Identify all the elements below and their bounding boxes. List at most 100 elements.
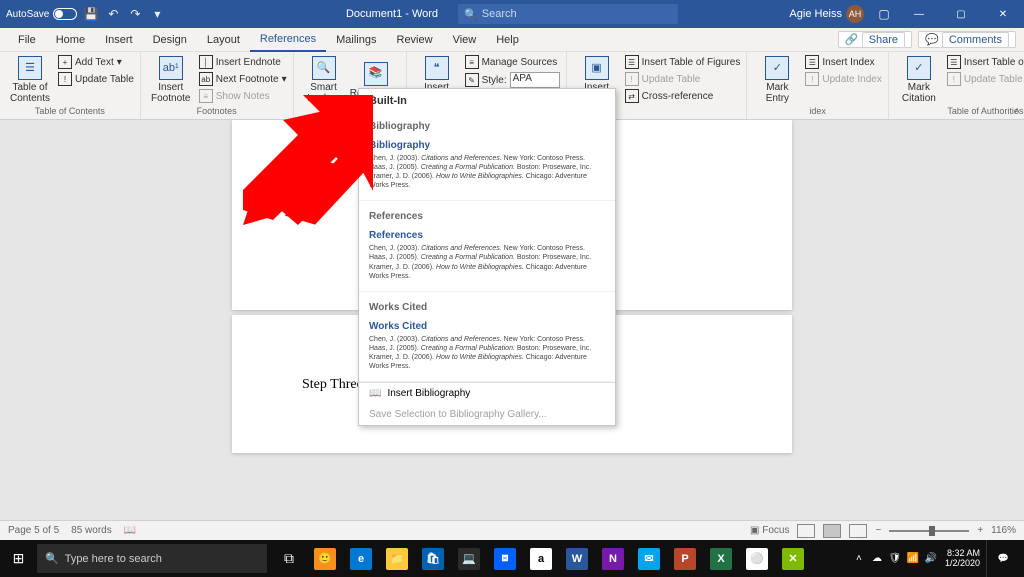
autosave-label: AutoSave: [6, 9, 49, 20]
spell-check-icon[interactable]: 📖: [124, 525, 136, 536]
tray-overflow-icon[interactable]: ˄: [851, 551, 867, 567]
taskbar-app[interactable]: ✉: [631, 540, 667, 577]
next-footnote-icon: ab: [199, 72, 213, 86]
close-button[interactable]: ✕: [988, 0, 1018, 28]
group-toc: ☰Table of Contents +Add Text ▾ !Update T…: [0, 52, 141, 119]
mark-citation-button[interactable]: ✓Mark Citation: [895, 54, 943, 106]
taskbar-app[interactable]: a: [523, 540, 559, 577]
add-text-button[interactable]: +Add Text ▾: [58, 54, 134, 70]
zoom-slider[interactable]: [889, 530, 969, 532]
figures-icon: ☰: [625, 55, 639, 69]
smart-lookup-button[interactable]: 🔍Smart Lookup: [300, 54, 348, 106]
smart-lookup-icon: 🔍: [312, 56, 336, 80]
start-button[interactable]: ⊞: [0, 540, 37, 577]
mark-entry-button[interactable]: ✓Mark Entry: [753, 54, 801, 106]
toc-icon: ☰: [18, 56, 42, 80]
tray-onedrive-icon[interactable]: ☁: [869, 551, 885, 567]
taskbar-clock[interactable]: 8:32 AM 1/2/2020: [941, 549, 984, 569]
tab-insert[interactable]: Insert: [95, 28, 143, 52]
comments-button[interactable]: 💬 Comments: [918, 31, 1016, 48]
undo-icon[interactable]: ↶: [105, 6, 121, 22]
book-icon: 📖: [369, 388, 381, 399]
next-footnote-button[interactable]: abNext Footnote ▾: [199, 71, 287, 87]
manage-sources-button[interactable]: ≡Manage Sources: [465, 54, 560, 70]
group-index: ✓Mark Entry ☰Insert Index !Update Index …: [747, 52, 889, 119]
ribbon-display-icon[interactable]: ▢: [876, 6, 892, 22]
bib-gallery-item[interactable]: Works CitedChen, J. (2003). Citations an…: [359, 317, 615, 382]
update-icon: !: [58, 72, 72, 86]
tab-view[interactable]: View: [443, 28, 487, 52]
taskbar-app[interactable]: ✕: [775, 540, 811, 577]
caption-icon: ▣: [585, 56, 609, 80]
tab-design[interactable]: Design: [143, 28, 197, 52]
minimize-button[interactable]: —: [904, 0, 934, 28]
update-table-button[interactable]: !Update Table: [58, 71, 134, 87]
taskbar-app[interactable]: 🛍: [415, 540, 451, 577]
show-notes-icon: ≡: [199, 89, 213, 103]
taskbar-app[interactable]: e: [343, 540, 379, 577]
bibliography-dropdown: Built-In BibliographyBibliographyChen, J…: [358, 88, 616, 426]
group-footnotes: ab¹Insert Footnote │Insert Endnote abNex…: [141, 52, 294, 119]
tab-mailings[interactable]: Mailings: [326, 28, 386, 52]
tab-help[interactable]: Help: [486, 28, 529, 52]
read-mode-icon[interactable]: [797, 524, 815, 538]
insert-table-figures-button[interactable]: ☰Insert Table of Figures: [625, 54, 741, 70]
table-of-contents-button[interactable]: ☰Table of Contents: [6, 54, 54, 106]
taskbar-app[interactable]: X: [703, 540, 739, 577]
taskbar-app[interactable]: ⧈: [487, 540, 523, 577]
action-center-icon[interactable]: 💬: [986, 540, 1020, 577]
tab-review[interactable]: Review: [387, 28, 443, 52]
user-account[interactable]: Agie Heiss AH: [789, 5, 864, 23]
insert-index-button[interactable]: ☰Insert Index: [805, 54, 882, 70]
cross-reference-button[interactable]: ⇄Cross-reference: [625, 88, 741, 104]
collapse-ribbon-icon[interactable]: ˄: [1014, 106, 1020, 117]
researcher-icon: 📚: [364, 62, 388, 86]
taskbar-app[interactable]: 💻: [451, 540, 487, 577]
tray-wifi-icon[interactable]: 📶: [905, 551, 921, 567]
footnote-icon: ab¹: [159, 56, 183, 80]
maximize-button[interactable]: ▢: [946, 0, 976, 28]
tab-file[interactable]: File: [8, 28, 46, 52]
word-count[interactable]: 85 words: [71, 525, 112, 536]
bib-gallery-item[interactable]: BibliographyChen, J. (2003). Citations a…: [359, 136, 615, 201]
taskbar-app[interactable]: 🙂: [307, 540, 343, 577]
taskbar-search[interactable]: 🔍Type here to search: [37, 544, 267, 573]
page-indicator[interactable]: Page 5 of 5: [8, 525, 59, 536]
search-box[interactable]: 🔍 Search: [458, 4, 678, 24]
insert-endnote-button[interactable]: │Insert Endnote: [199, 54, 287, 70]
tray-volume-icon[interactable]: 🔊: [923, 551, 939, 567]
bib-section-title: Works Cited: [359, 292, 615, 317]
zoom-level[interactable]: 116%: [991, 525, 1016, 536]
web-layout-icon[interactable]: [849, 524, 867, 538]
save-icon[interactable]: 💾: [83, 6, 99, 22]
autosave-toggle[interactable]: AutoSave: [6, 8, 77, 20]
redo-icon[interactable]: ↷: [127, 6, 143, 22]
taskbar-app[interactable]: W: [559, 540, 595, 577]
share-button[interactable]: 🔗 Share: [838, 31, 912, 48]
insert-footnote-button[interactable]: ab¹Insert Footnote: [147, 54, 195, 106]
citation-icon: ❝: [425, 56, 449, 80]
zoom-out-icon[interactable]: −: [875, 525, 881, 536]
tab-references[interactable]: References: [250, 28, 326, 52]
focus-mode[interactable]: ▣ Focus: [750, 525, 789, 536]
zoom-in-icon[interactable]: +: [977, 525, 983, 536]
style-selector[interactable]: ✎Style: APA: [465, 71, 560, 89]
tab-layout[interactable]: Layout: [197, 28, 250, 52]
taskbar-app[interactable]: 📁: [379, 540, 415, 577]
insert-bibliography-item[interactable]: 📖Insert Bibliography: [359, 383, 615, 404]
taskbar-app[interactable]: N: [595, 540, 631, 577]
status-bar: Page 5 of 5 85 words 📖 ▣ Focus − + 116%: [0, 520, 1024, 540]
tab-home[interactable]: Home: [46, 28, 95, 52]
taskbar-app[interactable]: P: [667, 540, 703, 577]
insert-authorities-button[interactable]: ☰Insert Table of Authorities: [947, 54, 1024, 70]
tray-security-icon[interactable]: 🛡: [887, 551, 903, 567]
search-icon: 🔍: [464, 8, 478, 21]
print-layout-icon[interactable]: [823, 524, 841, 538]
show-notes-button: ≡Show Notes: [199, 88, 287, 104]
task-view-icon[interactable]: ⧉: [271, 540, 307, 577]
qat-customize-icon[interactable]: ▾: [149, 6, 165, 22]
bib-gallery-item[interactable]: ReferencesChen, J. (2003). Citations and…: [359, 226, 615, 291]
bib-preview-heading: Works Cited: [369, 321, 605, 332]
update-icon: !: [805, 72, 819, 86]
taskbar-app[interactable]: ⚪: [739, 540, 775, 577]
